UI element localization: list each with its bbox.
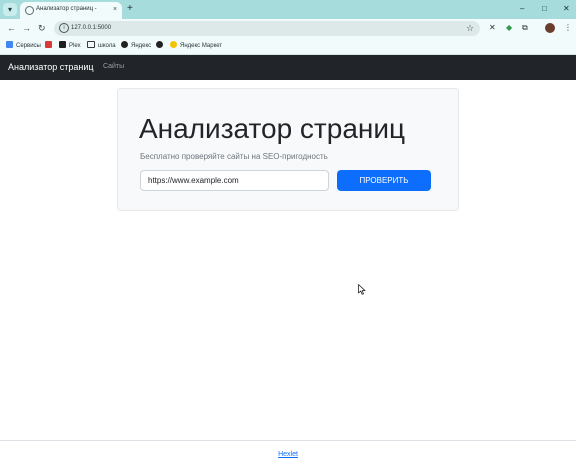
globe-icon: [156, 41, 163, 48]
tab-search-chevron-icon[interactable]: ▾: [3, 3, 17, 16]
bookmark-plex[interactable]: Plex: [59, 41, 81, 51]
page-footer: Hexlet: [0, 440, 576, 467]
minimize-button[interactable]: –: [520, 2, 524, 16]
site-navbar: Анализатор страниц Сайты: [0, 55, 576, 80]
bookmark-yandex[interactable]: Яндекс: [121, 41, 151, 51]
extension-cross-icon[interactable]: ✕: [489, 22, 496, 34]
plex-icon: [59, 41, 66, 48]
browser-tab-bar: ▾ Анализатор страниц - × + – □ ✕: [0, 0, 576, 19]
maximize-button[interactable]: □: [542, 2, 547, 16]
page-subtitle: Бесплатно проверяйте сайты на SEO-пригод…: [140, 152, 328, 161]
globe-icon: [121, 41, 128, 48]
url-input[interactable]: [140, 170, 329, 191]
globe-icon: [25, 6, 34, 15]
bookmark-star-icon[interactable]: ☆: [466, 22, 474, 34]
bookmark-globe[interactable]: [156, 41, 166, 51]
address-bar[interactable]: i 127.0.0.1:5000 ☆: [54, 21, 480, 36]
apps-grid-icon: [6, 41, 13, 48]
close-tab-icon[interactable]: ×: [113, 5, 117, 14]
back-arrow-icon[interactable]: ←: [7, 22, 16, 34]
tab-title: Анализатор страниц -: [36, 6, 97, 12]
close-window-button[interactable]: ✕: [563, 2, 570, 16]
folder-icon: [87, 41, 95, 48]
site-info-icon[interactable]: i: [59, 23, 69, 33]
reload-icon[interactable]: ↻: [38, 22, 46, 34]
puzzle-extensions-icon[interactable]: ⧉: [522, 22, 528, 34]
more-menu-icon[interactable]: ⋮: [564, 22, 572, 34]
check-button[interactable]: ПРОВЕРИТЬ: [337, 170, 431, 191]
forward-arrow-icon[interactable]: →: [22, 22, 31, 34]
page-title: Анализатор страниц: [139, 113, 406, 144]
footer-link-hexlet[interactable]: Hexlet: [0, 450, 576, 460]
shield-extension-icon[interactable]: ◆: [506, 22, 512, 34]
new-tab-button[interactable]: +: [127, 2, 133, 16]
media-icon: [45, 41, 52, 48]
navbar-brand[interactable]: Анализатор страниц: [8, 61, 94, 73]
browser-tab[interactable]: Анализатор страниц - ×: [20, 2, 122, 19]
address-url[interactable]: 127.0.0.1:5000: [71, 24, 111, 33]
bookmark-services[interactable]: Сервисы: [6, 41, 41, 51]
browser-toolbar: ← → ↻ i 127.0.0.1:5000 ☆ ✕ ◆ ⧉ ⋮: [0, 19, 576, 38]
bookmark-media[interactable]: [45, 41, 55, 51]
bookmarks-bar: Сервисы Plex школа Яндекс Яндекс Маркет: [0, 38, 576, 55]
market-icon: [170, 41, 177, 48]
bookmark-yandex-market[interactable]: Яндекс Маркет: [170, 41, 222, 51]
mouse-cursor-icon: [358, 284, 366, 295]
profile-avatar[interactable]: [545, 23, 555, 33]
nav-link-sites[interactable]: Сайты: [103, 62, 124, 72]
bookmark-school[interactable]: школа: [87, 41, 116, 51]
hero-card: Анализатор страниц Бесплатно проверяйте …: [117, 88, 459, 211]
